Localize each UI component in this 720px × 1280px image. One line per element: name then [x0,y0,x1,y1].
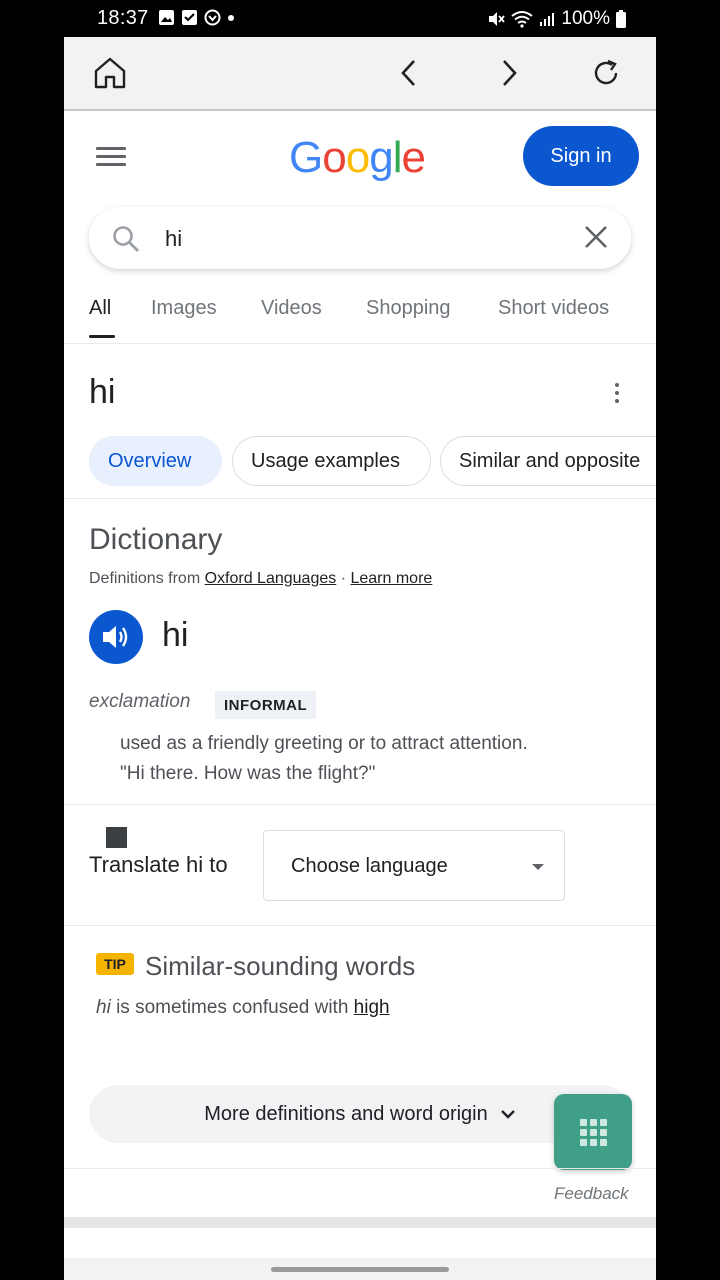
tab-shopping[interactable]: Shopping [366,297,451,320]
tab-videos[interactable]: Videos [261,297,322,320]
wifi-icon [511,11,534,28]
gesture-nav-bar [64,1258,656,1280]
status-bar: 18:37 100% [64,0,656,37]
search-icon [113,226,139,252]
back-icon [401,60,415,86]
dot-icon [228,15,234,21]
search-results-page: Google Sign in All Images Videos Shoppin… [64,111,656,1221]
chip-overview[interactable]: Overview [89,436,222,486]
mute-icon [489,12,506,26]
search-tabs: All Images Videos Shopping Short videos [64,291,656,344]
divider [64,1168,656,1169]
battery-level: 100% [561,8,610,29]
divider [64,498,656,499]
chevron-down-icon [500,1110,515,1119]
signal-icon [540,13,555,26]
source-prefix: Definitions from [89,570,205,587]
gallery-icon [159,10,174,25]
floating-action-button[interactable] [554,1094,632,1170]
refresh-button[interactable] [586,53,626,93]
search-box[interactable] [89,207,631,269]
chip-similar-and-opposite[interactable]: Similar and opposite [440,436,656,486]
home-button[interactable] [90,53,130,93]
tab-all[interactable]: All [89,297,111,320]
menu-button[interactable] [96,147,126,167]
clear-icon[interactable] [583,224,609,250]
home-icon [94,57,126,89]
similar-words-title: Similar-sounding words [145,951,416,981]
register-badge: INFORMAL [215,691,317,719]
language-select[interactable]: Choose language [263,830,565,901]
square-icon [106,827,127,848]
language-select-value: Choose language [291,855,448,877]
similar-word-link[interactable]: high [354,997,390,1018]
check-box-icon [182,10,197,25]
sign-in-button[interactable]: Sign in [523,126,639,186]
notification-icons [158,9,235,26]
tip-badge: TIP [96,953,134,975]
result-term-heading: hi [89,373,116,411]
menu-bar-icon [96,163,126,166]
chip-usage-examples[interactable]: Usage examples [232,436,431,486]
definition-text: used as a friendly greeting or to attrac… [120,733,528,754]
speaker-icon [103,626,128,648]
browser-toolbar [64,37,656,111]
google-logo[interactable]: Google [289,133,426,183]
menu-bar-icon [96,147,126,150]
tab-images[interactable]: Images [151,297,217,320]
more-options-button[interactable] [613,383,621,405]
dropdown-arrow-icon [532,864,544,870]
more-definitions-label: More definitions and word origin [204,1102,488,1125]
similar-word-term: hi [96,997,111,1018]
similar-words-text: hi is sometimes confused with high [96,997,390,1019]
part-of-speech: exclamation [89,691,191,712]
search-input[interactable] [163,223,547,255]
grid-icon [579,1118,607,1146]
example-text: "Hi there. How was the flight?" [120,763,376,784]
similar-words-middle: is sometimes confused with [110,997,354,1018]
feedback-link[interactable]: Feedback [554,1184,629,1204]
divider [64,925,656,926]
home-gesture-pill[interactable] [271,1267,449,1272]
dictionary-title: Dictionary [89,523,223,556]
refresh-icon [594,59,618,85]
more-dot-icon [615,383,619,387]
more-dot-icon [615,391,619,395]
system-icons: 100% [487,8,626,30]
status-time: 18:37 [97,7,149,29]
phone-screen: 18:37 100% Google Sign in hi All Images … [64,0,656,1280]
sync-icon [204,9,221,26]
more-definitions-button[interactable]: More definitions and word origin [89,1085,631,1143]
more-dot-icon [615,399,619,403]
tab-short-videos[interactable]: Short videos [498,297,609,320]
dictionary-source: Definitions from Oxford Languages · Lear… [89,570,432,588]
result-chips: Overview Usage examples Similar and oppo… [89,436,656,490]
oxford-languages-link[interactable]: Oxford Languages [205,570,337,587]
page-separator [64,1217,656,1228]
source-separator: · [336,570,351,587]
translate-label: Translate hi to [89,852,228,877]
battery-icon [616,10,626,28]
back-button[interactable] [389,53,429,93]
active-tab-indicator [89,335,115,338]
menu-bar-icon [96,155,126,158]
dictionary-word: hi [162,616,189,654]
pronounce-button[interactable] [89,610,143,664]
forward-icon [503,60,517,86]
divider [64,804,656,805]
learn-more-link[interactable]: Learn more [350,570,432,587]
forward-button[interactable] [489,53,529,93]
